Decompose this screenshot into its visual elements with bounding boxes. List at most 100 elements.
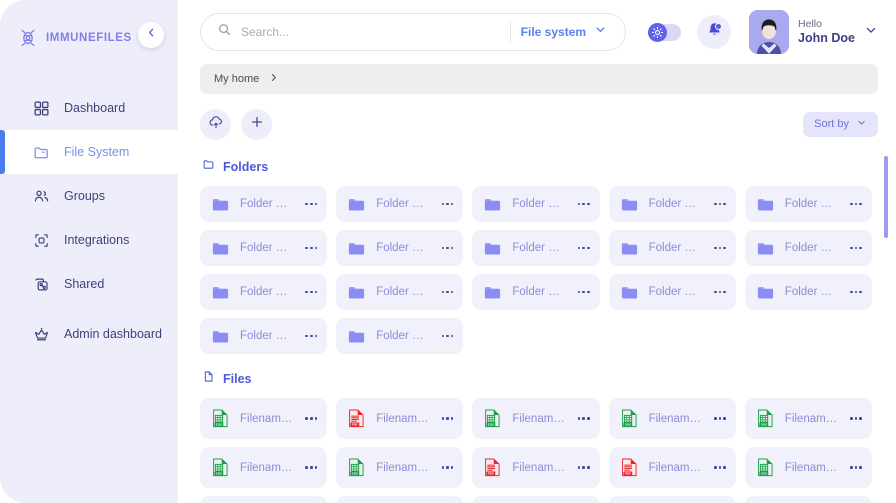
breadcrumb-item-my-home[interactable]: My home [214, 73, 259, 85]
file-card[interactable]: PDFFilename.pdf [472, 447, 599, 488]
dot [305, 466, 308, 469]
folder-card[interactable]: Folder name [200, 230, 327, 266]
folder-card[interactable]: Folder name [336, 230, 463, 266]
folder-card[interactable]: Folder name [336, 274, 463, 310]
file-card[interactable]: CSVFilename.csv [745, 496, 872, 503]
folder-card[interactable]: Folder name [609, 186, 736, 222]
folder-card[interactable]: Folder name [336, 318, 463, 354]
card-menu-button[interactable] [712, 199, 728, 210]
file-card[interactable]: CSVFilename.csv [200, 496, 327, 503]
dot [859, 291, 862, 294]
sidebar-item-integrations[interactable]: Integrations [0, 218, 178, 262]
card-menu-button[interactable] [440, 413, 456, 424]
dot [451, 203, 454, 206]
notifications-button[interactable] [697, 15, 731, 49]
sidebar: IMMUNEFILES Da [0, 0, 178, 503]
folder-card[interactable]: Folder name [745, 230, 872, 266]
search-scope-dropdown[interactable]: File system [521, 23, 619, 41]
grid-squares-icon [32, 99, 50, 117]
card-menu-button[interactable] [848, 199, 864, 210]
sidebar-item-admin-dashboard[interactable]: Admin dashboard [0, 312, 178, 356]
folder-card[interactable]: Folder name [336, 186, 463, 222]
card-menu-button[interactable] [440, 287, 456, 298]
user-menu[interactable]: Hello John Doe [749, 10, 878, 54]
card-menu-button[interactable] [576, 199, 592, 210]
folder-card[interactable]: Folder name [472, 186, 599, 222]
folder-card[interactable]: Folder name [200, 318, 327, 354]
card-menu-button[interactable] [576, 287, 592, 298]
card-menu-button[interactable] [440, 243, 456, 254]
upload-button[interactable] [200, 109, 231, 140]
content-scrollbar[interactable] [884, 156, 888, 486]
shared-nodes-icon [32, 275, 50, 293]
sidebar-item-label: Shared [64, 277, 104, 291]
card-menu-button[interactable] [303, 199, 319, 210]
sidebar-item-file-system[interactable]: File System [0, 130, 178, 174]
file-card[interactable]: CSVFilename.csv [336, 447, 463, 488]
sidebar-item-shared[interactable]: Shared [0, 262, 178, 306]
file-card[interactable]: CSVFilename.csv [609, 398, 736, 439]
file-card[interactable]: CSVFilename.csv [745, 398, 872, 439]
sidebar-collapse-button[interactable] [138, 22, 164, 48]
dot [587, 466, 590, 469]
folder-card[interactable]: Folder name [745, 274, 872, 310]
breadcrumb: My home [200, 64, 878, 94]
card-menu-button[interactable] [576, 462, 592, 473]
dot [305, 417, 308, 420]
card-menu-button[interactable] [440, 462, 456, 473]
card-menu-button[interactable] [712, 413, 728, 424]
file-browser-content: Folders Folder nameFolder nameFolder nam… [178, 148, 896, 503]
add-button[interactable] [241, 109, 272, 140]
sidebar-item-dashboard[interactable]: Dashboard [0, 86, 178, 130]
card-menu-button[interactable] [712, 287, 728, 298]
search-input[interactable] [241, 25, 506, 39]
file-card[interactable]: CSVFilename.csv [745, 447, 872, 488]
folder-card[interactable]: Folder name [472, 230, 599, 266]
sidebar-item-groups[interactable]: Groups [0, 174, 178, 218]
dot [850, 466, 853, 469]
folder-icon [211, 239, 230, 258]
card-menu-button[interactable] [303, 243, 319, 254]
folder-icon [211, 283, 230, 302]
file-card[interactable]: PDFFilename.pdf [336, 398, 463, 439]
chevron-down-icon[interactable] [864, 23, 878, 42]
search-bar[interactable]: File system [200, 13, 626, 51]
folder-card[interactable]: Folder name [745, 186, 872, 222]
card-menu-button[interactable] [440, 331, 456, 342]
file-card[interactable]: CSVFilename.csv [336, 496, 463, 503]
folder-card[interactable]: Folder name [472, 274, 599, 310]
card-menu-button[interactable] [712, 243, 728, 254]
card-menu-button[interactable] [848, 462, 864, 473]
file-card[interactable]: CSVFilename.csv [472, 398, 599, 439]
brand: IMMUNEFILES [0, 18, 178, 58]
folder-card[interactable]: Folder name [609, 274, 736, 310]
file-card[interactable]: CSVFilename.csv [200, 447, 327, 488]
card-menu-button[interactable] [440, 199, 456, 210]
card-menu-button[interactable] [576, 413, 592, 424]
theme-toggle[interactable] [648, 24, 681, 41]
card-menu-button[interactable] [848, 243, 864, 254]
file-card-label: Filename.csv [649, 413, 702, 425]
card-menu-button[interactable] [303, 331, 319, 342]
file-card[interactable]: CSVFilename.csv [200, 398, 327, 439]
dot [723, 291, 726, 294]
card-menu-button[interactable] [848, 413, 864, 424]
folder-card[interactable]: Folder name [609, 230, 736, 266]
folder-icon [347, 195, 366, 214]
chevron-left-icon [145, 26, 158, 44]
card-menu-button[interactable] [303, 413, 319, 424]
folder-card[interactable]: Folder name [200, 186, 327, 222]
file-card-label: Filename.pdf [512, 462, 565, 474]
scrollbar-thumb[interactable] [884, 156, 888, 238]
file-card[interactable]: PDFFilename.pdf [609, 447, 736, 488]
card-menu-button[interactable] [712, 462, 728, 473]
card-menu-button[interactable] [848, 287, 864, 298]
card-menu-button[interactable] [303, 287, 319, 298]
file-card[interactable]: PDFFilename.pdf [472, 496, 599, 503]
dot [315, 291, 318, 294]
file-card[interactable]: PDFFilename.pdf [609, 496, 736, 503]
folder-card[interactable]: Folder name [200, 274, 327, 310]
card-menu-button[interactable] [576, 243, 592, 254]
sort-by-dropdown[interactable]: Sort by [803, 112, 878, 137]
card-menu-button[interactable] [303, 462, 319, 473]
